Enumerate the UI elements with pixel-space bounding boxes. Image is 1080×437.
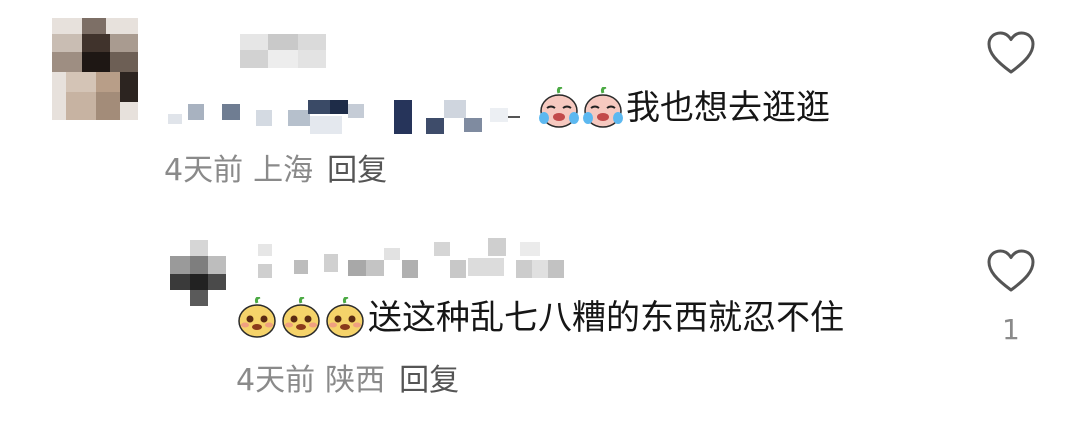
comment-meta: 4天前 陕西 回复 [236,366,459,396]
like-count: 1 [1002,313,1020,346]
smug-face-emoji [282,297,320,338]
avatar[interactable] [170,240,226,306]
comment-location: 上海 [253,153,314,188]
heart-outline-icon[interactable] [986,30,1036,76]
comment-body: 我也想去逛逛 [538,86,830,130]
crying-face-emoji [583,87,623,128]
comment-time: 4天前 [164,153,244,188]
username[interactable] [240,34,326,68]
reply-button[interactable]: 回复 [399,363,459,398]
username[interactable] [258,238,564,280]
comment-text: 送这种乱七八糟的东西就忍不住 [368,298,844,338]
comment-time: 4天前 [236,363,316,398]
comment-body: 送这种乱七八糟的东西就忍不住 [236,296,844,340]
crying-face-emoji [539,87,579,128]
comment-meta: 4天前 上海 回复 [164,156,387,186]
comment-location: 陕西 [325,363,386,398]
mention[interactable] [168,100,520,134]
avatar[interactable] [52,18,138,120]
comment-thread: 我也想去逛逛 4天前 上海 回复 送这种乱七八糟的东西就忍不住 4天前 陕西 回… [0,0,1080,437]
smug-face-emoji [326,297,364,338]
smug-face-emoji [238,297,276,338]
heart-outline-icon[interactable] [986,248,1036,294]
comment-text: 我也想去逛逛 [626,88,830,128]
reply-button[interactable]: 回复 [327,153,387,188]
